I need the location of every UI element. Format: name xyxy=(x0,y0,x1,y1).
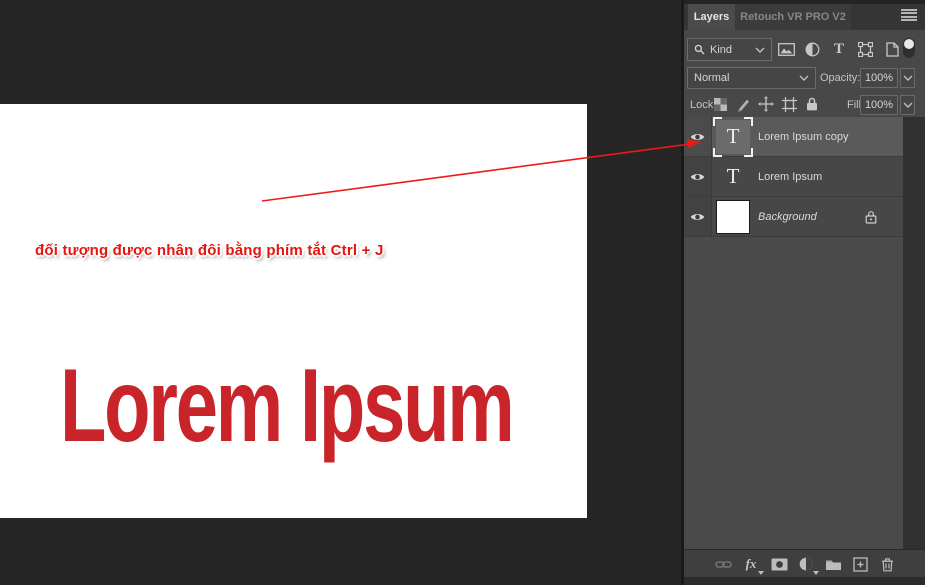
chevron-down-icon xyxy=(903,102,913,108)
padlock-icon xyxy=(806,97,818,111)
lock-icon-bar xyxy=(710,94,822,114)
layer-list: T Lorem Ipsum copy T Lorem Ipsum xyxy=(684,117,903,549)
fx-icon: fx xyxy=(746,556,757,572)
panel-menu-icon[interactable] xyxy=(901,9,917,21)
fill-value[interactable]: 100% xyxy=(860,95,898,115)
lock-position-button[interactable] xyxy=(756,94,776,114)
pixel-filter-button[interactable] xyxy=(776,39,796,59)
text-layer-thumb: T xyxy=(716,160,750,194)
search-icon xyxy=(694,44,705,55)
layers-footer-toolbar: fx xyxy=(684,549,925,577)
panel-header: Layers Retouch VR PRO V2 xyxy=(684,0,925,30)
smart-object-icon xyxy=(886,42,899,57)
annotation-text: đối tượng được nhân đôi bằng phím tắt Ct… xyxy=(35,242,384,259)
new-layer-icon xyxy=(853,557,868,572)
eye-toggle[interactable] xyxy=(684,157,712,196)
chevron-down-icon xyxy=(799,75,809,81)
new-adjustment-layer-button[interactable] xyxy=(797,556,815,572)
opacity-label: Opacity: xyxy=(820,72,860,84)
new-group-button[interactable] xyxy=(824,556,842,572)
adjustment-dropdown-arrow xyxy=(813,571,819,575)
layer-thumbnail[interactable]: T xyxy=(716,120,750,154)
tab-retouch-vr-pro[interactable]: Retouch VR PRO V2 xyxy=(735,4,851,30)
fill-value-text: 100% xyxy=(865,99,893,111)
opacity-dropdown-button[interactable] xyxy=(900,68,915,88)
document-canvas[interactable]: đối tượng được nhân đôi bằng phím tắt Ct… xyxy=(0,104,587,518)
eye-icon xyxy=(690,132,705,142)
lock-all-button[interactable] xyxy=(802,94,822,114)
kind-filter-dropdown[interactable]: Kind xyxy=(687,38,772,61)
image-icon xyxy=(778,43,795,56)
new-layer-button[interactable] xyxy=(851,556,869,572)
fill-dropdown-button[interactable] xyxy=(900,95,915,115)
layer-name: Background xyxy=(758,211,817,223)
adjustment-circle-icon xyxy=(799,557,813,571)
folder-icon xyxy=(825,558,842,571)
lock-artboard-button[interactable] xyxy=(779,94,799,114)
artboard-icon xyxy=(782,97,797,112)
filter-icon-bar: T xyxy=(776,39,902,59)
opacity-value-text: 100% xyxy=(865,72,893,84)
shape-icon xyxy=(858,42,873,57)
lock-transparent-pixels-button[interactable] xyxy=(710,94,730,114)
panel-scroll-gutter xyxy=(903,117,925,549)
eye-toggle[interactable] xyxy=(684,117,712,156)
eye-icon xyxy=(690,172,705,182)
filter-toggle[interactable] xyxy=(903,38,915,58)
chevron-down-icon xyxy=(903,75,913,81)
checkerboard-icon xyxy=(714,98,727,111)
blend-mode-select[interactable]: Normal xyxy=(687,67,816,89)
kind-filter-label: Kind xyxy=(710,44,732,56)
lock-image-pixels-button[interactable] xyxy=(733,94,753,114)
brush-icon xyxy=(736,97,751,112)
add-layer-mask-button[interactable] xyxy=(770,556,788,572)
adjustment-filter-button[interactable] xyxy=(803,39,823,59)
type-filter-button[interactable]: T xyxy=(829,39,849,59)
tab-layers[interactable]: Layers xyxy=(688,4,735,30)
trash-icon xyxy=(881,557,894,572)
eye-icon xyxy=(690,212,705,222)
layer-row-lorem-ipsum[interactable]: T Lorem Ipsum xyxy=(684,157,903,197)
photoshop-workspace: đối tượng được nhân đôi bằng phím tắt Ct… xyxy=(0,0,925,585)
layer-row-lorem-ipsum-copy[interactable]: T Lorem Ipsum copy xyxy=(684,117,903,157)
layer-name: Lorem Ipsum copy xyxy=(758,131,848,143)
filter-toggle-knob xyxy=(904,39,914,49)
link-layers-button[interactable] xyxy=(714,556,732,572)
opacity-value[interactable]: 100% xyxy=(860,68,898,88)
shape-filter-button[interactable] xyxy=(856,39,876,59)
fx-dropdown-arrow xyxy=(758,571,764,575)
background-lock-icon xyxy=(865,210,877,227)
layer-row-background[interactable]: Background xyxy=(684,197,903,237)
half-circle-icon xyxy=(805,42,820,57)
move-icon xyxy=(758,96,774,112)
layer-thumbnail[interactable]: T xyxy=(716,160,750,194)
tab-retouch-label: Retouch VR PRO V2 xyxy=(740,11,846,23)
layer-mask-icon xyxy=(771,558,788,571)
headline-text: Lorem Ipsum xyxy=(60,354,513,458)
link-icon xyxy=(715,560,732,569)
layer-name: Lorem Ipsum xyxy=(758,171,822,183)
smart-object-filter-button[interactable] xyxy=(882,39,902,59)
chevron-down-icon xyxy=(755,47,765,53)
tab-layers-label: Layers xyxy=(694,11,729,23)
layer-styles-button[interactable]: fx xyxy=(742,556,760,572)
blend-mode-value: Normal xyxy=(694,72,729,84)
delete-layer-button[interactable] xyxy=(878,556,896,572)
layer-thumbnail[interactable] xyxy=(716,200,750,234)
panel-bottom-strip xyxy=(684,577,925,585)
type-icon: T xyxy=(834,42,844,57)
layers-panel: Layers Retouch VR PRO V2 Kind T xyxy=(684,0,925,585)
eye-toggle[interactable] xyxy=(684,197,712,236)
background-layer-thumb xyxy=(716,200,750,234)
